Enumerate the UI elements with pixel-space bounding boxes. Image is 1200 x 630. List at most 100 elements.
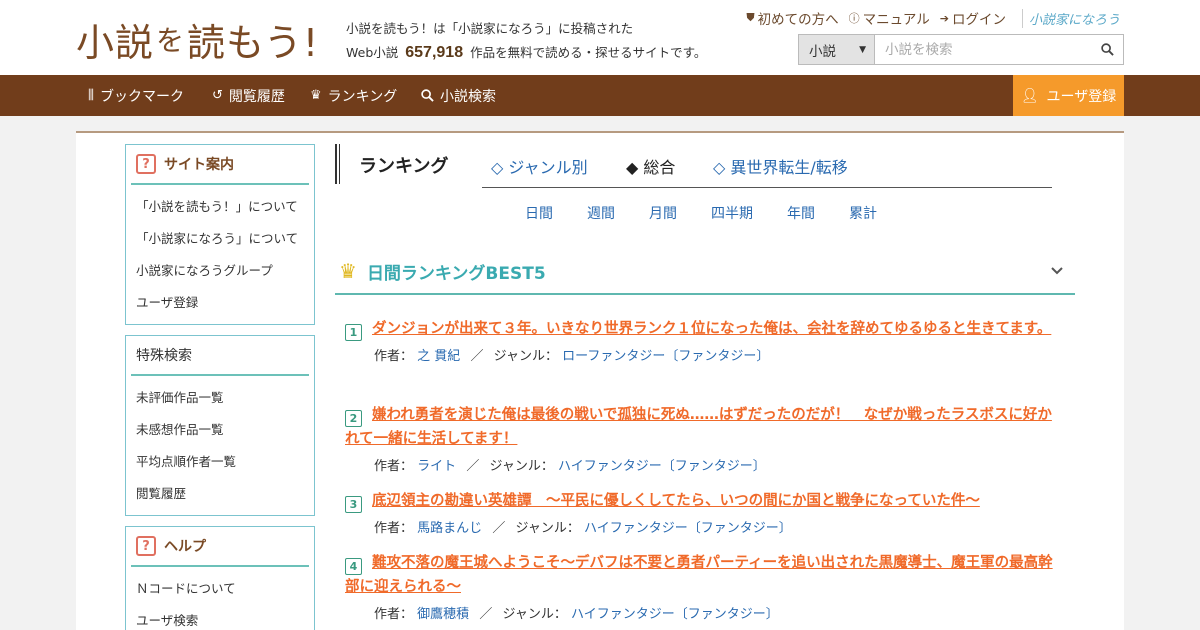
rank-number-badge: 1 [345, 324, 362, 341]
author-link[interactable]: 馬路まんじ [417, 521, 482, 536]
nav-bookmark[interactable]: ⫼ ブックマーク [88, 75, 184, 116]
crown-icon: ♛ [339, 259, 357, 283]
novel-meta: 作者： 之 貫紀 ／ ジャンル： ローファンタジー〔ファンタジー〕 [345, 345, 1065, 364]
login-label: ログイン [951, 12, 1006, 28]
login-link[interactable]: ➔ ログイン [939, 8, 1006, 29]
novel-meta: 作者： ライト ／ ジャンル： ハイファンタジー〔ファンタジー〕 [345, 455, 1065, 474]
logo-text-2: を [156, 24, 186, 57]
period-yearly[interactable]: 年間 [787, 203, 815, 223]
sidebar-item-user-search[interactable]: ユーザ検索 [136, 610, 198, 629]
login-icon: ➔ [939, 11, 949, 25]
novel-title-link[interactable]: 底辺領主の勘違い英雄譚 ～平民に優しくしてたら、いつの間にか国と戦争になっていた… [372, 493, 980, 509]
daily-ranking-header[interactable]: ♛ 日間ランキングBEST5 [335, 249, 1075, 295]
genre-link[interactable]: ハイファンタジー〔ファンタジー〕 [558, 459, 766, 474]
tagline-line1: 小説を読もう！は「小説家になろう」に投稿された [346, 21, 634, 36]
logo-text-3: 読もう! [187, 20, 320, 65]
site-header: 小説 を 読もう! 小説を読もう！は「小説家になろう」に投稿された Web小説 … [0, 0, 1200, 75]
search-category-select[interactable]: 小説 ▼ [799, 35, 875, 64]
register-button[interactable]: 👤︎ ユーザ登録 [1013, 75, 1124, 116]
genre-link[interactable]: ハイファンタジー〔ファンタジー〕 [584, 521, 792, 536]
sidebar-site-guide: ? サイト案内 「小説を読もう！」について 「小説家になろう」について 小説家に… [125, 144, 315, 325]
question-icon: ? [136, 536, 156, 556]
beginners-label: 初めての方へ [757, 12, 839, 28]
sidebar-special-title: 特殊検索 [136, 348, 192, 364]
genre-label: ジャンル： [502, 607, 567, 622]
sidebar-help: ? ヘルプ Ｎコードについて ユーザ検索 [125, 526, 315, 630]
period-monthly[interactable]: 月間 [649, 203, 677, 223]
period-quarterly[interactable]: 四半期 [711, 203, 753, 223]
genre-label: ジャンル： [493, 349, 558, 364]
ranking-main: ランキング ◇ ジャンル別 ◆ 総合 ◇ 異世界転生/転移 日間 週間 月間 四… [335, 133, 1075, 630]
manual-link[interactable]: ⓘ マニュアル [849, 8, 930, 28]
bookmark-icon: ⫼ [88, 88, 94, 103]
nav-history-label: 閲覧履歴 [228, 88, 285, 105]
genre-link[interactable]: ローファンタジー〔ファンタジー〕 [562, 349, 769, 364]
sidebar-item-no-review[interactable]: 未感想作品一覧 [136, 419, 224, 438]
chevron-down-icon[interactable] [1051, 263, 1063, 279]
nav-bookmark-label: ブックマーク [99, 88, 184, 105]
sidebar-item-narou-group[interactable]: 小説家になろうグループ [136, 260, 273, 279]
novel-title-link[interactable]: 難攻不落の魔王城へようこそ～デバフは不要と勇者パーティーを追い出された黒魔導士、… [345, 555, 1053, 595]
nav-search[interactable]: 小説検索 [421, 75, 496, 116]
sidebar-item-history[interactable]: 閲覧履歴 [136, 483, 186, 502]
genre-label: ジャンル： [489, 459, 554, 474]
novel-title-link[interactable]: 嫌われ勇者を演じた俺は最後の戦いで孤独に死ぬ……はずだったのだが！ なぜか戦った… [345, 407, 1052, 447]
ranking-item: 3 底辺領主の勘違い英雄譚 ～平民に優しくしてたら、いつの間にか国と戦争になってい… [345, 489, 1065, 536]
author-link[interactable]: 御鷹穂積 [417, 607, 469, 622]
search-icon [1100, 43, 1114, 56]
ranking-tabs: ランキング ◇ ジャンル別 ◆ 総合 ◇ 異世界転生/転移 [335, 144, 1052, 188]
author-label: 作者： [374, 521, 414, 536]
title-bar-decoration-thin [339, 144, 340, 184]
sidebar-help-title: ヘルプ [164, 539, 206, 555]
search-button[interactable] [1091, 35, 1123, 64]
rank-number-badge: 2 [345, 410, 362, 427]
daily-ranking-title: 日間ランキングBEST5 [366, 263, 546, 284]
sidebar-item-avg-score[interactable]: 平均点順作者一覧 [136, 451, 236, 470]
period-links: 日間 週間 月間 四半期 年間 累計 [525, 203, 911, 223]
tagline-prefix: Web小説 [346, 45, 399, 60]
meta-separator: ／ [466, 459, 480, 474]
period-weekly[interactable]: 週間 [587, 203, 615, 223]
genre-link[interactable]: ハイファンタジー〔ファンタジー〕 [571, 607, 779, 622]
meta-separator: ／ [470, 349, 484, 364]
author-label: 作者： [374, 607, 414, 622]
search-input[interactable] [875, 35, 1091, 64]
shield-icon: ⛊ [746, 11, 755, 24]
tab-isekai[interactable]: ◇ 異世界転生/転移 [713, 154, 848, 178]
sidebar-item-unrated[interactable]: 未評価作品一覧 [136, 387, 224, 406]
manual-label: マニュアル [862, 12, 930, 28]
site-logo[interactable]: 小説 を 読もう! [76, 14, 320, 65]
author-link[interactable]: ライト [417, 459, 456, 474]
rank-number-badge: 3 [345, 496, 362, 513]
register-label: ユーザ登録 [1046, 88, 1117, 105]
history-icon: ↺ [212, 88, 223, 103]
sidebar-item-ncode[interactable]: Ｎコードについて [136, 578, 236, 597]
question-icon: ? [136, 154, 156, 174]
tagline-suffix: 作品を無料で読める・探せるサイトです。 [470, 45, 707, 60]
tab-genre[interactable]: ◇ ジャンル別 [491, 154, 588, 178]
narou-logo[interactable]: 小説家になろう [1021, 8, 1120, 28]
sidebar-help-header: ? ヘルプ [131, 527, 309, 567]
nav-ranking[interactable]: ♛ ランキング [310, 75, 397, 116]
novel-meta: 作者： 御鷹穂積 ／ ジャンル： ハイファンタジー〔ファンタジー〕 [345, 603, 1065, 622]
top-links: ⛊ 初めての方へ ⓘ マニュアル ➔ ログイン 小説家になろう [746, 8, 1120, 28]
sidebar-guide-title: サイト案内 [164, 157, 234, 173]
page-title: ランキング [359, 156, 449, 177]
crown-icon: ♛ [310, 88, 322, 103]
novel-title-link[interactable]: ダンジョンが出来て３年。いきなり世界ランク１位になった俺は、会社を辞めてゆるゆる… [372, 321, 1051, 337]
sidebar-item-register[interactable]: ユーザ登録 [136, 292, 198, 311]
author-link[interactable]: 之 貫紀 [417, 349, 460, 364]
sidebar-item-about-narou[interactable]: 「小説家になろう」について [136, 228, 298, 247]
nav-history[interactable]: ↺ 閲覧履歴 [212, 75, 285, 116]
sidebar-item-about-yomou[interactable]: 「小説を読もう！」について [136, 196, 298, 215]
beginners-link[interactable]: ⛊ 初めての方へ [746, 8, 838, 28]
tab-overall[interactable]: ◆ 総合 [626, 154, 675, 178]
nav-ranking-label: ランキング [327, 88, 398, 105]
rank-number-badge: 4 [345, 558, 362, 575]
search-category-value: 小説 [809, 43, 836, 60]
period-cumulative[interactable]: 累計 [849, 203, 877, 223]
novel-count: 657,918 [405, 44, 464, 61]
period-daily[interactable]: 日間 [525, 203, 553, 223]
meta-separator: ／ [479, 607, 493, 622]
question-circle-icon: ⓘ [848, 12, 860, 25]
